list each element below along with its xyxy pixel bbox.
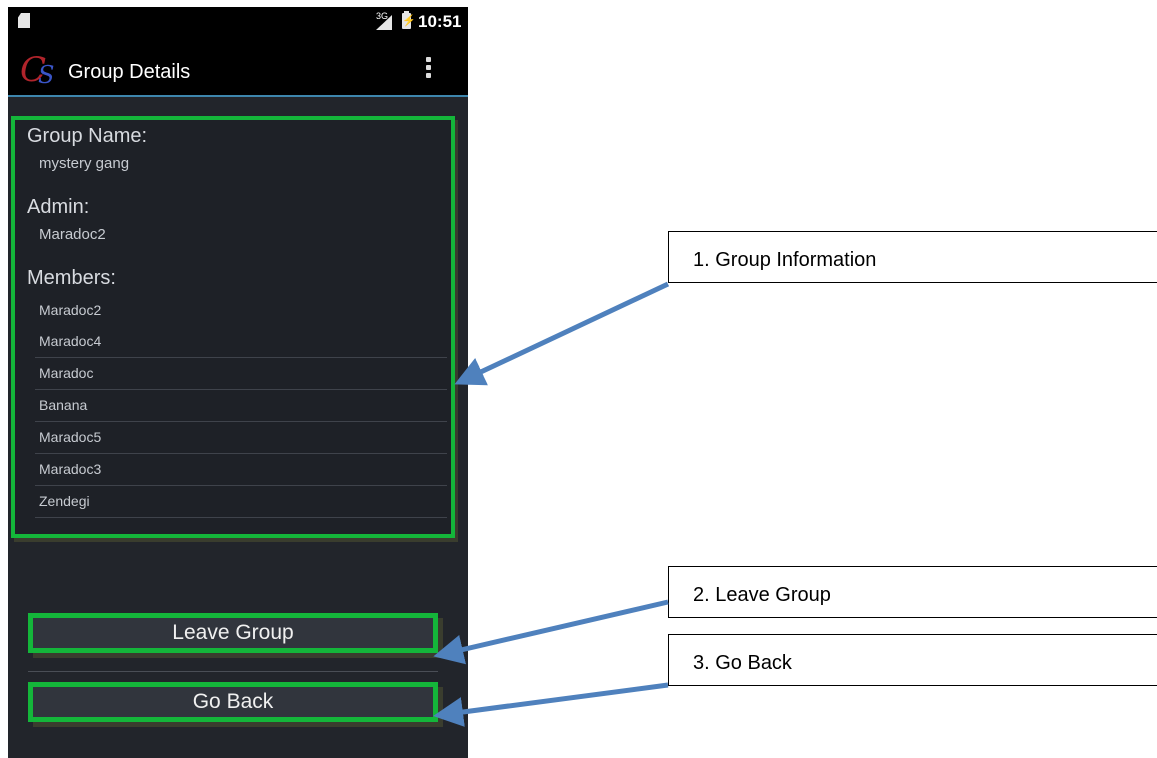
group-name-value: mystery gang [39, 155, 130, 172]
member-item[interactable]: Maradoc [39, 358, 445, 389]
status-time: 10:51 [418, 12, 462, 31]
list-divider [35, 517, 447, 518]
annotation-leave-group: 2. Leave Group [668, 566, 1157, 618]
annotation-group-information: 1. Group Information [668, 231, 1157, 283]
arrow-to-group-information [454, 281, 670, 386]
arrow-to-leave-group [433, 599, 669, 665]
network-type: 3G [376, 11, 389, 21]
arrow-to-go-back [433, 682, 669, 727]
action-bar-divider [8, 95, 468, 97]
member-item[interactable]: Maradoc3 [39, 454, 445, 485]
page-title: Group Details [68, 61, 191, 83]
member-item[interactable]: Zendegi [39, 486, 445, 517]
battery-charging-icon [402, 11, 411, 29]
member-item[interactable]: Banana [39, 390, 445, 421]
app-logo-icon: C S [20, 53, 54, 87]
annotation-go-back: 3. Go Back [668, 634, 1157, 686]
status-bar: 3G 10:51 [8, 7, 468, 41]
member-item[interactable]: Maradoc5 [39, 422, 445, 453]
svg-text:S: S [38, 61, 54, 87]
phone-screen: 3G 10:51 C S Group Details Group Name: m… [8, 7, 468, 758]
member-item[interactable]: Maradoc4 [39, 326, 445, 357]
admin-heading: Admin: [27, 196, 90, 218]
go-back-button[interactable]: Go Back [28, 682, 438, 722]
button-divider [28, 671, 438, 672]
member-item[interactable]: Maradoc2 [39, 295, 445, 326]
leave-group-button[interactable]: Leave Group [28, 613, 438, 653]
overflow-menu-icon[interactable] [426, 57, 432, 81]
group-information-panel: Group Name: mystery gang Admin: Maradoc2… [11, 116, 455, 538]
sd-card-icon [18, 13, 30, 28]
action-bar: C S Group Details [8, 41, 468, 95]
group-name-heading: Group Name: [27, 125, 148, 147]
admin-value: Maradoc2 [39, 226, 106, 243]
members-heading: Members: [27, 267, 116, 289]
